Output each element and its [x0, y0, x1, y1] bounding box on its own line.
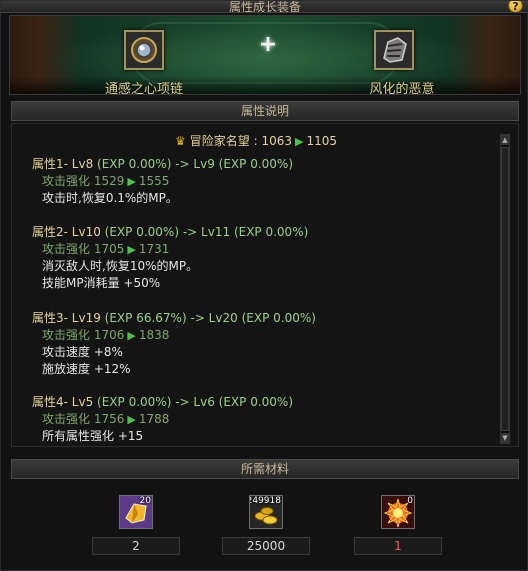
- stat-new-value: 1555: [138, 174, 170, 188]
- materials-panel: 20 4249918 0 2 25000 1: [11, 481, 519, 565]
- stat-row: 攻击强化 1756 ▶ 1788: [32, 411, 293, 428]
- attribute-group-1: 属性1- Lv8 (EXP 0.00%) -> Lv9 (EXP 0.00%) …: [32, 156, 293, 207]
- stat-label: 攻击强化 1529: [42, 174, 125, 188]
- fame-line: ♛ 冒险家名望 : 1063 ▶ 1105: [12, 132, 500, 149]
- exp-from: (EXP 0.00%): [97, 157, 172, 171]
- stat-label: 攻击强化 1756: [42, 412, 125, 426]
- owned-count: 4249918: [250, 496, 281, 506]
- level-transition: -> Lv11: [182, 225, 231, 239]
- stat-row: 攻击强化 1705 ▶ 1731: [32, 241, 308, 258]
- stat-row: 攻击速度 +8%: [42, 345, 123, 359]
- necklace-icon: [126, 32, 162, 68]
- gauntlet-slot[interactable]: [374, 30, 414, 70]
- level-transition: -> Lv6: [175, 395, 215, 409]
- attribute-title-row: 属性2- Lv10 (EXP 0.00%) -> Lv11 (EXP 0.00%…: [32, 224, 308, 241]
- materials-section-header: 所需材料: [11, 459, 519, 479]
- exp-from: (EXP 0.00%): [104, 225, 180, 239]
- arrow-icon: ▶: [127, 413, 136, 426]
- stat-row: 消灭敌人时,恢复10%的MP。: [42, 259, 199, 273]
- exp-to: (EXP 0.00%): [233, 225, 309, 239]
- attribute-group-4: 属性4- Lv5 (EXP 0.00%) -> Lv6 (EXP 0.00%) …: [32, 394, 293, 445]
- stat-row: 所有属性强化 +15: [42, 429, 144, 443]
- exp-to: (EXP 0.00%): [218, 157, 293, 171]
- owned-count: 20: [139, 496, 151, 506]
- arrow-icon: ▶: [127, 175, 136, 188]
- required-amount: 1: [354, 537, 442, 555]
- attribute-title-row: 属性1- Lv8 (EXP 0.00%) -> Lv9 (EXP 0.00%): [32, 156, 293, 173]
- title-bar[interactable]: 属性成长装备 ?: [1, 1, 528, 13]
- stat-row: 攻击强化 1529 ▶ 1555: [32, 173, 293, 190]
- stat-row: 攻击强化 1706 ▶ 1838: [32, 327, 316, 344]
- scroll-down-arrow-icon[interactable]: ▼: [501, 433, 509, 443]
- scroll-up-arrow-icon[interactable]: ▲: [501, 135, 509, 145]
- stat-row: 施放速度 +12%: [42, 362, 131, 376]
- material-slot-burst-orb[interactable]: 0: [381, 495, 415, 529]
- level-transition: -> Lv9: [175, 157, 215, 171]
- gauntlet-icon: [376, 32, 412, 68]
- right-item-name: 风化的恶意: [369, 82, 435, 95]
- attribute-section-header: 属性说明: [11, 101, 519, 121]
- stat-new-value: 1731: [138, 242, 170, 256]
- equipment-banner: + 通感之心项链 风化的恶意: [9, 15, 521, 95]
- attribute-title: 属性3- Lv19: [32, 311, 101, 325]
- material-slot-gold[interactable]: 4249918: [249, 495, 283, 529]
- stat-new-value: 1788: [138, 412, 170, 426]
- exp-from: (EXP 66.67%): [104, 311, 187, 325]
- stat-new-value: 1838: [138, 328, 170, 342]
- attribute-panel: ♛ 冒险家名望 : 1063 ▶ 1105 属性1- Lv8 (EXP 0.00%) …: [11, 123, 519, 447]
- required-amount: 25000: [222, 537, 310, 555]
- stat-label: 攻击强化 1705: [42, 242, 125, 256]
- fame-label: 冒险家名望 : 1063: [189, 134, 292, 148]
- required-amount: 2: [92, 537, 180, 555]
- stat-row: 攻击时,恢复0.1%的MP。: [42, 191, 178, 205]
- material-slot-crystal[interactable]: 20: [119, 495, 153, 529]
- window-title: 属性成长装备: [228, 1, 301, 13]
- attribute-group-2: 属性2- Lv10 (EXP 0.00%) -> Lv11 (EXP 0.00%…: [32, 224, 308, 292]
- owned-count: 0: [407, 496, 413, 506]
- level-transition: -> Lv20: [190, 311, 238, 325]
- fame-crest-icon: ♛: [175, 134, 186, 148]
- exp-to: (EXP 0.00%): [241, 311, 316, 325]
- attribute-title: 属性4- Lv5: [32, 395, 94, 409]
- exp-from: (EXP 0.00%): [97, 395, 172, 409]
- attribute-scrollbar[interactable]: ▲ ▼: [500, 134, 510, 444]
- growth-equipment-window: 属性成长装备 ? + 通感之心项链 风化的恶意 属性说明 ♛ 冒险家名望 : 10…: [0, 0, 528, 571]
- attribute-title: 属性1- Lv8: [32, 157, 94, 171]
- plus-sign: +: [258, 32, 278, 57]
- attribute-title-row: 属性4- Lv5 (EXP 0.00%) -> Lv6 (EXP 0.00%): [32, 394, 293, 411]
- stat-row: 技能MP消耗量 +50%: [42, 276, 161, 290]
- arrow-icon: ▶: [294, 135, 304, 148]
- arrow-icon: ▶: [127, 329, 136, 342]
- attribute-title: 属性2- Lv10: [32, 225, 101, 239]
- attribute-group-3: 属性3- Lv19 (EXP 66.67%) -> Lv20 (EXP 0.00…: [32, 310, 316, 378]
- exp-to: (EXP 0.00%): [218, 395, 293, 409]
- necklace-slot[interactable]: [124, 30, 164, 70]
- scroll-thumb[interactable]: [501, 147, 509, 431]
- stat-label: 攻击强化 1706: [42, 328, 125, 342]
- arrow-icon: ▶: [127, 243, 136, 256]
- left-item-name: 通感之心项链: [104, 82, 183, 95]
- fame-new-value: 1105: [306, 134, 337, 148]
- attribute-title-row: 属性3- Lv19 (EXP 66.67%) -> Lv20 (EXP 0.00…: [32, 310, 316, 327]
